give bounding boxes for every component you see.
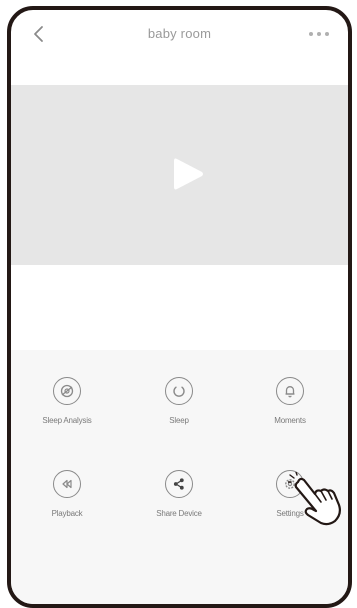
sleep-circle (165, 377, 193, 405)
phone-frame: baby room Sleep Analysis Sleep Moments P… (7, 6, 352, 608)
rewind-icon (62, 479, 72, 489)
header-bar: baby room (11, 10, 348, 68)
sleep-analysis-circle (53, 377, 81, 405)
share-device-button[interactable]: Share Device (123, 470, 235, 518)
settings-button[interactable]: Settings (234, 470, 346, 518)
moments-button[interactable]: Moments (234, 377, 346, 425)
settings-label: Settings (276, 509, 304, 518)
moments-label: Moments (274, 416, 306, 425)
page-title: baby room (147, 26, 212, 41)
share-device-label: Share Device (156, 509, 202, 518)
more-button[interactable] (304, 24, 334, 44)
sleep-analysis-button[interactable]: Sleep Analysis (11, 377, 123, 425)
playback-circle (53, 470, 81, 498)
video-player[interactable] (11, 85, 348, 265)
controls-panel: Sleep Analysis Sleep Moments Playback Sh… (11, 350, 348, 604)
sleep-label: Sleep (169, 416, 189, 425)
playback-label: Playback (51, 509, 83, 518)
share-device-circle (165, 470, 193, 498)
settings-circle (276, 470, 304, 498)
share-icon (173, 478, 184, 490)
power-icon (173, 386, 185, 397)
sleep-analysis-label: Sleep Analysis (42, 416, 92, 425)
bell-icon (285, 386, 295, 398)
playback-button[interactable]: Playback (11, 470, 123, 518)
gear-icon (285, 479, 295, 489)
sleep-button[interactable]: Sleep (123, 377, 235, 425)
moments-circle (276, 377, 304, 405)
play-icon[interactable] (171, 156, 207, 192)
sleep-analysis-icon (60, 384, 74, 398)
more-horizontal-icon (309, 32, 329, 36)
